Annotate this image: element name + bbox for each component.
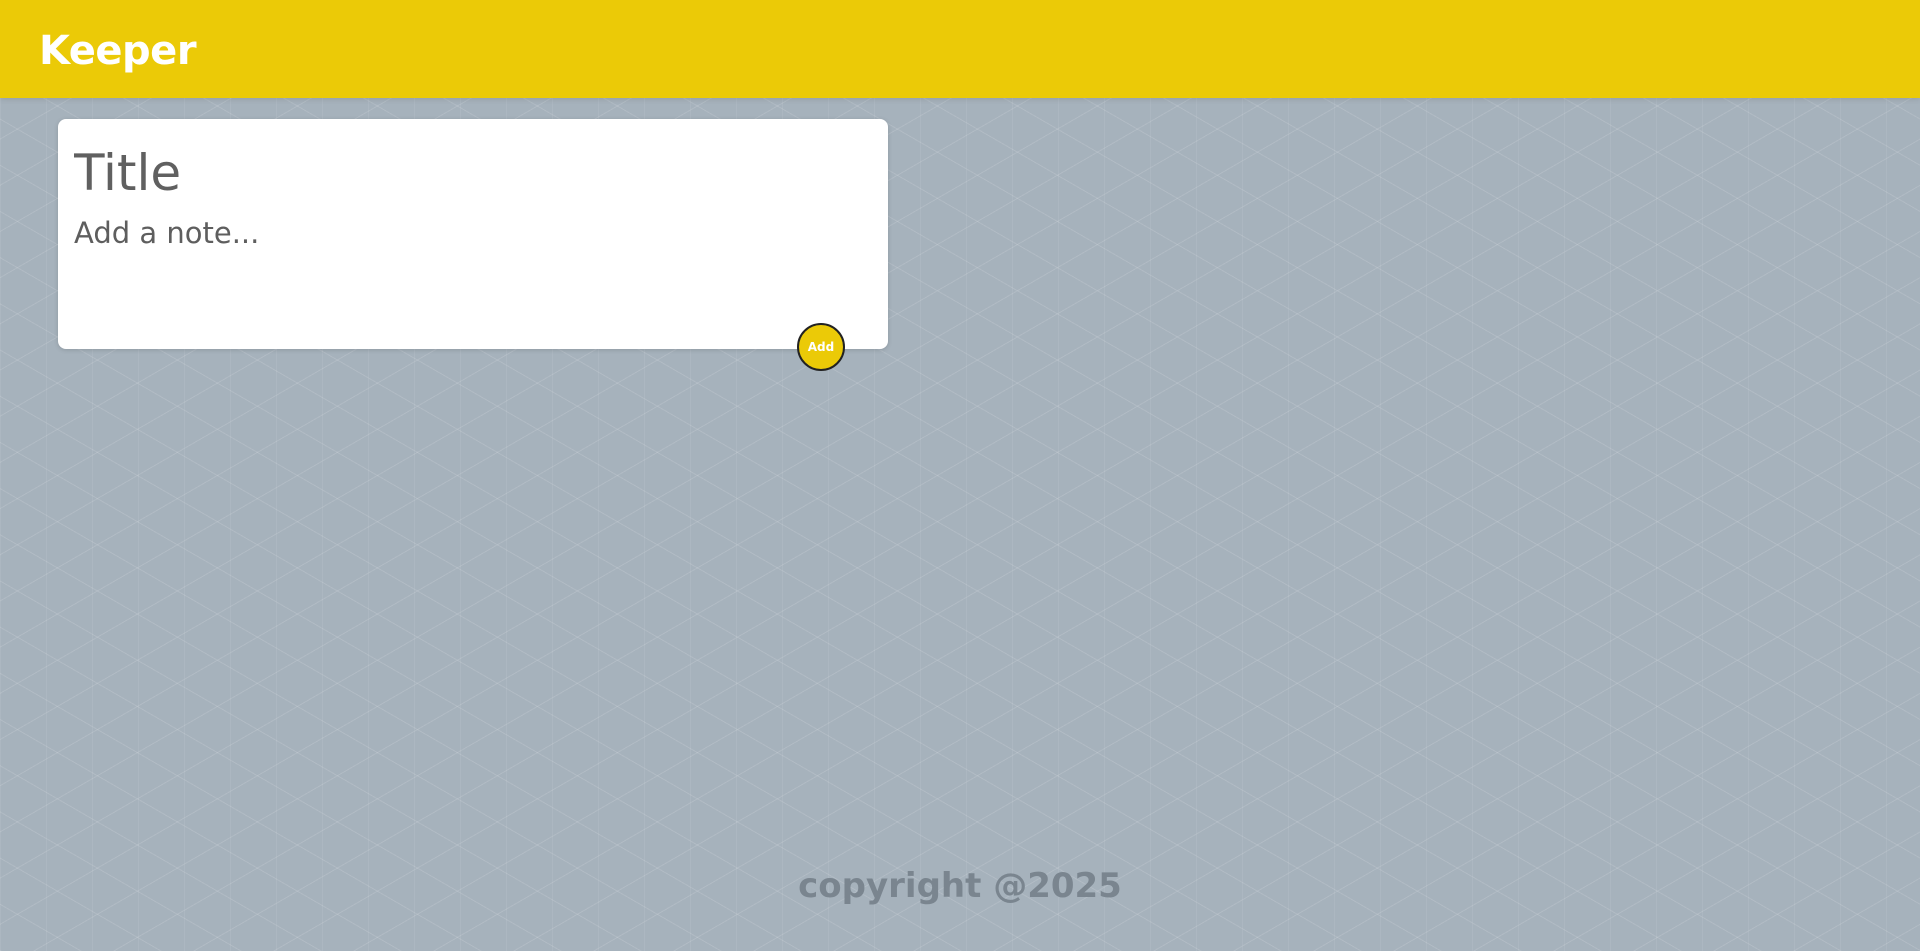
copyright-text: copyright @2025 [798,866,1122,906]
app-header: Keeper [0,0,1920,98]
create-note-form [58,119,888,349]
page-footer: copyright @2025 [0,866,1920,906]
note-title-input[interactable] [74,141,864,205]
app-logo: Keeper [39,28,197,74]
note-content-input[interactable] [74,213,864,323]
add-note-button[interactable]: Add [797,323,845,371]
